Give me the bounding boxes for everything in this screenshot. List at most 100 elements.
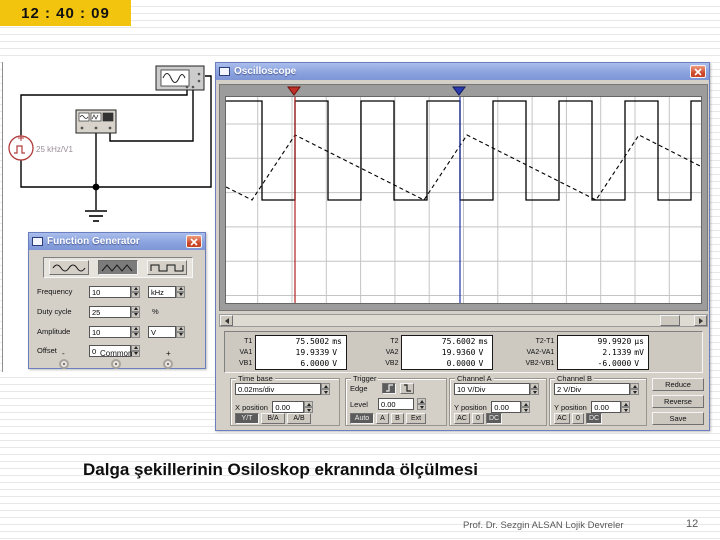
reduce-button[interactable]: Reduce [652,378,704,391]
mode-ba-button[interactable]: B/A [261,413,285,424]
trigger-legend: Trigger [351,374,379,383]
readout-value: 19.9339 [295,347,330,357]
common-terminal[interactable] [111,359,121,369]
readout-label: T1 [244,337,253,345]
channel-b-dc-button[interactable]: DC [586,413,602,424]
channel-a-scale-spinner[interactable] [530,383,539,395]
amplitude-label: Amplitude [37,327,71,336]
duty-cycle-unit: % [152,307,159,316]
function-generator-icon[interactable] [75,109,117,134]
readout-label: VA1 [239,348,253,356]
readout-value: -6.0000 [597,358,632,368]
waveform-selector [43,257,193,278]
amplitude-field[interactable]: 10 [89,325,131,338]
timebase-scale-field[interactable]: 0.02ms/div [235,383,321,395]
oscilloscope-titlebar[interactable]: Oscilloscope [216,63,709,80]
channel-a-group: Channel A 10 V/Div Y position 0.00 AC 0 … [449,374,547,426]
channel-a-position-field[interactable]: 0.00 [491,401,522,413]
channel-b-position-spinner[interactable] [621,401,631,413]
level-field[interactable]: 0.00 [378,398,414,410]
edge-falling-button[interactable] [400,383,414,394]
channel-b-position-field[interactable]: 0.00 [591,401,622,413]
close-button[interactable] [186,235,202,248]
action-buttons: Reduce Reverse Save [652,378,704,429]
plus-terminal-label: + [166,349,171,358]
oscilloscope-window: Oscilloscope T1 VA1 VB1 75.5002 ms 19.93… [215,62,710,431]
frequency-field[interactable]: 10 [89,285,131,298]
amplitude-spinner[interactable] [131,325,140,338]
trigger-b-button[interactable]: B [391,413,404,424]
triangle-wave-button[interactable] [98,260,138,275]
cursor-2-flag [452,86,466,96]
slide-title: Dalga şekillerinin Osiloskop ekranında ö… [83,460,478,479]
clock-display: 12 : 40 : 09 [0,0,131,26]
scope-screen-frame [219,84,708,311]
mode-ab-button[interactable]: A/B [287,413,311,424]
clock-time: 12 : 40 : 09 [21,4,110,22]
channel-b-ac-button[interactable]: AC [554,413,570,424]
readout-box: 75.6002 ms 19.9360 V 0.0000 V [401,334,494,370]
minus-terminal[interactable] [59,359,69,369]
channel-a-ac-button[interactable]: AC [454,413,470,424]
trigger-a-button[interactable]: A [376,413,389,424]
cursor-flags[interactable] [225,86,702,96]
trigger-ext-button[interactable]: Ext [406,413,426,424]
readout-value: 99.9920 [597,336,632,346]
readout-value: 6.0000 [300,358,330,368]
sine-wave-button[interactable] [49,260,89,275]
readout-value: 75.6002 [441,336,476,346]
channel-b-scale-spinner[interactable] [630,383,639,395]
channel-a-zero-button[interactable]: 0 [472,413,484,424]
triangle-wave-icon [101,263,133,272]
frequency-unit-field[interactable]: kHz [148,285,176,298]
close-button[interactable] [690,65,706,78]
scope-hscrollbar[interactable] [219,314,708,327]
readout-label: VA2-VA1 [526,348,555,356]
reverse-button[interactable]: Reverse [652,395,704,408]
sine-wave-icon [52,264,86,271]
channel-b-scale-field[interactable]: 2 V/Div [554,383,630,395]
readout-value: 75.5002 [295,336,330,346]
mode-yt-button[interactable]: Y/T [235,413,259,424]
clock-source[interactable] [8,135,34,161]
ground-symbol[interactable] [85,210,107,222]
scroll-left-button[interactable] [220,315,233,326]
square-wave-button[interactable] [147,260,187,275]
duty-cycle-field[interactable]: 25 [89,305,131,318]
channel-b-zero-button[interactable]: 0 [572,413,584,424]
trigger-auto-button[interactable]: Auto [350,413,374,424]
x-position-spinner[interactable] [304,401,314,413]
amplitude-unit-spinner[interactable] [176,325,185,338]
edge-label: Edge [350,384,368,393]
oscilloscope-icon[interactable] [155,65,205,91]
frequency-spinner[interactable] [131,285,140,298]
x-position-field[interactable]: 0.00 [272,401,305,413]
scroll-thumb[interactable] [660,315,680,326]
amplitude-unit-field[interactable]: V [148,325,176,338]
window-icon [32,237,43,246]
readout-unit: V [332,347,338,357]
timebase-scale-spinner[interactable] [321,383,330,395]
readout-group-2: T2 VA2 VB2 75.6002 ms 19.9360 V 0.0000 V [385,334,494,370]
level-spinner[interactable] [417,398,426,410]
plus-terminal[interactable] [163,359,173,369]
scroll-right-button[interactable] [694,315,707,326]
edge-rising-button[interactable] [382,383,396,394]
common-terminal-label: Common [100,349,133,358]
source-label: 25 kHz/V1 [36,145,73,154]
falling-edge-icon [404,384,411,392]
channel-a-scale-field[interactable]: 10 V/Div [454,383,530,395]
frequency-unit-spinner[interactable] [176,285,185,298]
readout-group-3: T2-T1 VA2-VA1 VB2-VB1 99.9920 µs 2.1339 mV… [525,334,650,370]
channel-a-dc-button[interactable]: DC [486,413,502,424]
x-position-label: X position [235,402,268,412]
readout-value: 2.1339 [602,347,632,357]
channel-b-group: Channel B 2 V/Div Y position 0.00 AC 0 D… [549,374,647,426]
channel-a-position-spinner[interactable] [521,401,531,413]
scope-screen[interactable] [225,96,702,304]
save-button[interactable]: Save [652,412,704,425]
duty-cycle-label: Duty cycle [37,307,72,316]
duty-cycle-spinner[interactable] [131,305,140,318]
readout-unit: mV [634,347,644,357]
function-generator-titlebar[interactable]: Function Generator [29,233,205,250]
